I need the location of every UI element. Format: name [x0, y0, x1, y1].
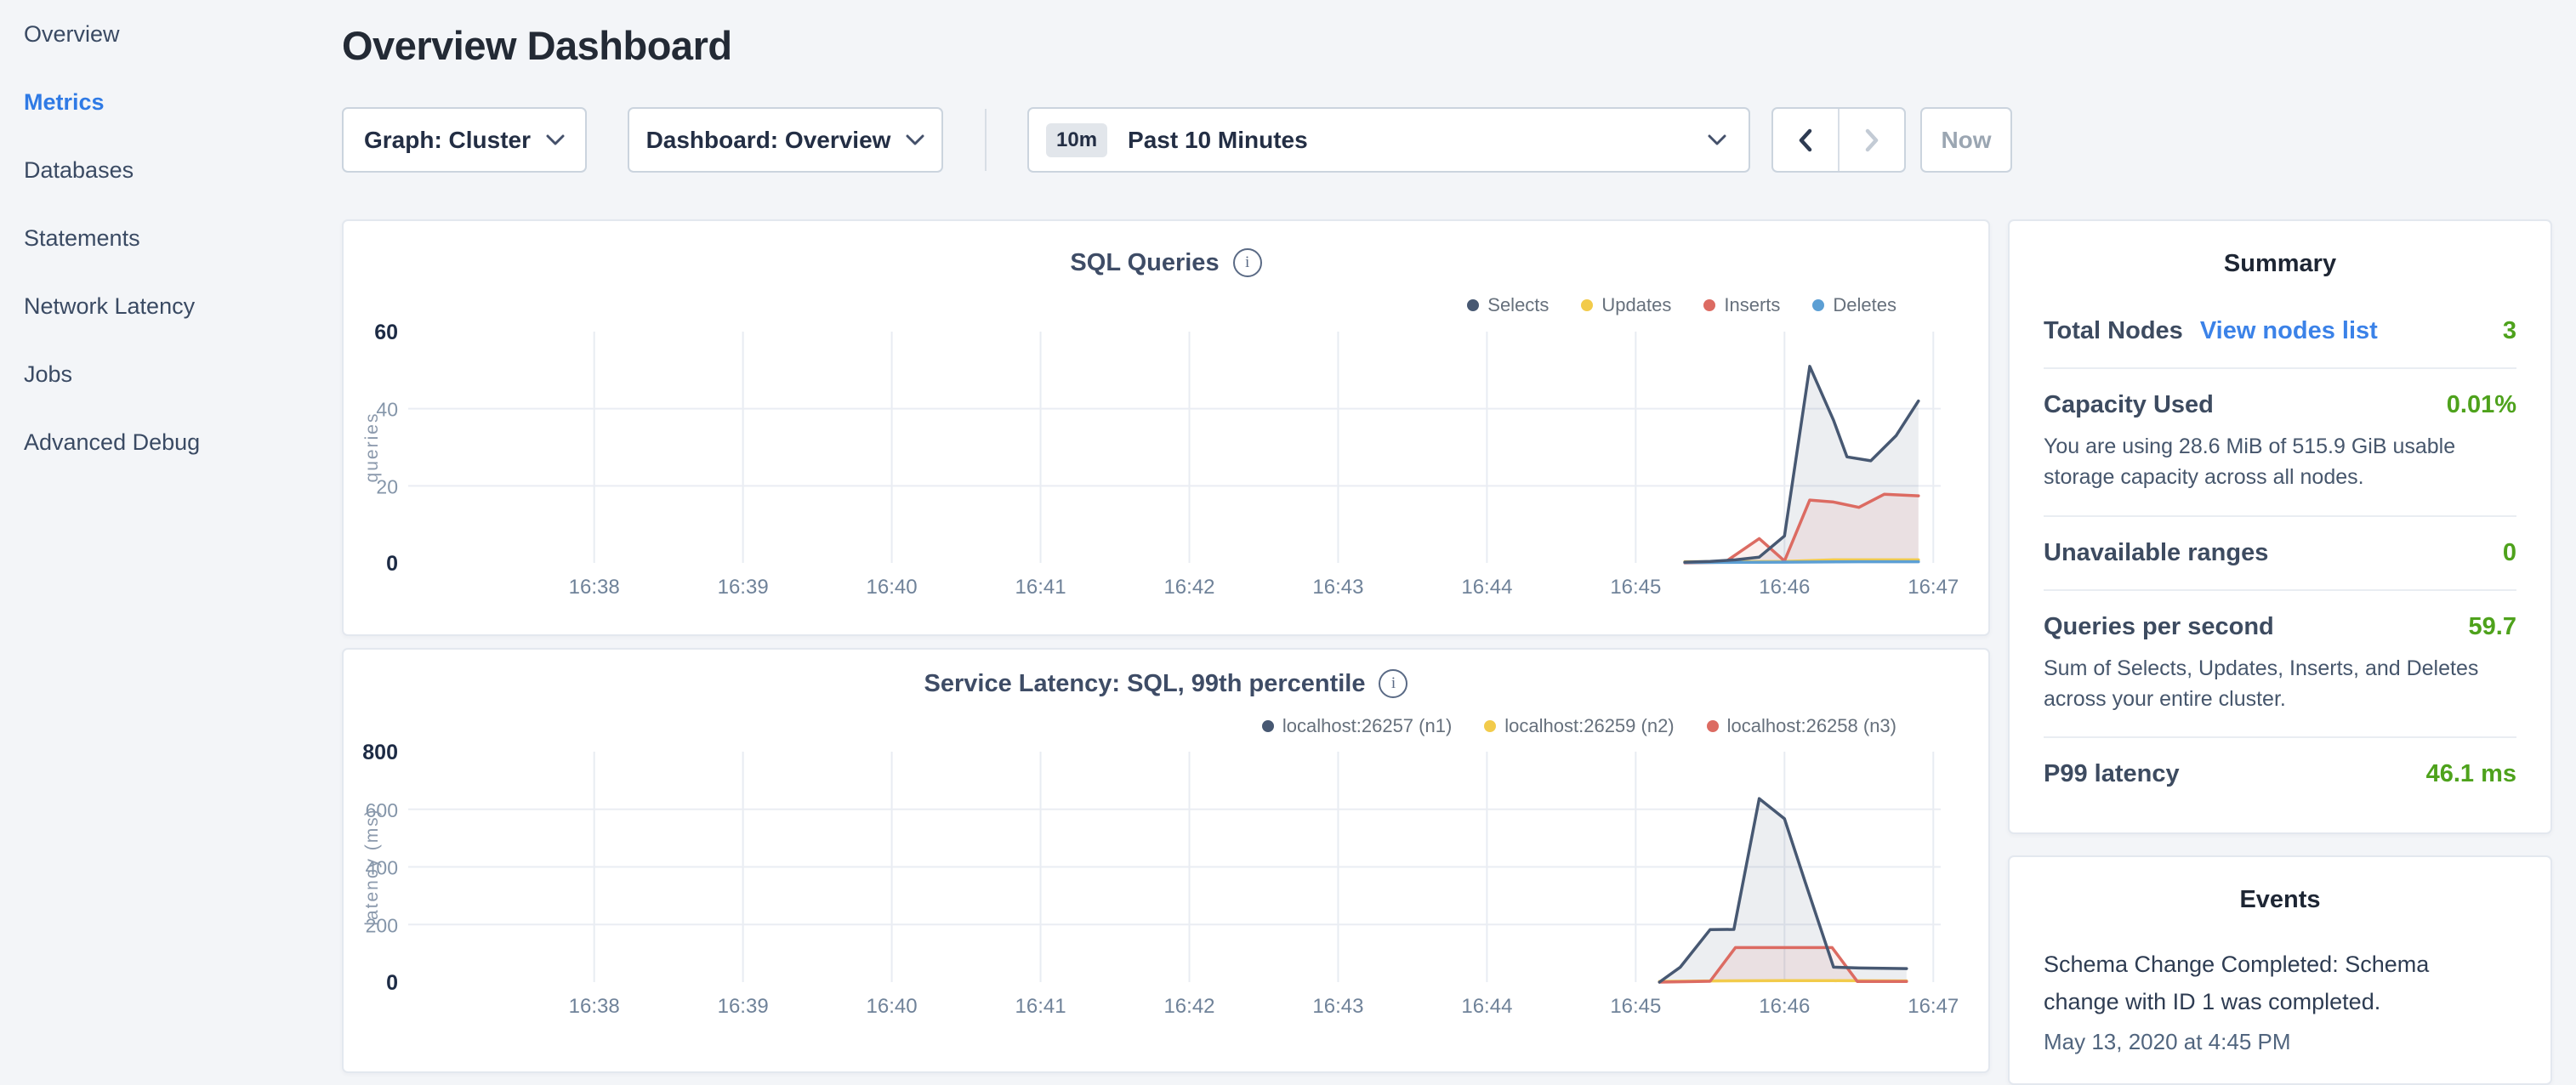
svg-text:16:40: 16:40 — [867, 576, 918, 599]
toolbar-divider — [985, 109, 987, 171]
dashboard-dropdown[interactable]: Dashboard: Overview — [628, 107, 943, 173]
now-button[interactable]: Now — [1920, 107, 2012, 173]
svg-text:16:47: 16:47 — [1908, 576, 1959, 599]
svg-text:16:41: 16:41 — [1015, 995, 1066, 1018]
summary-item-value: 46.1 ms — [2426, 760, 2516, 788]
summary-item-unavailable-ranges: Unavailable ranges 0 — [2044, 517, 2516, 591]
svg-text:16:41: 16:41 — [1015, 576, 1066, 599]
summary-item-value: 3 — [2503, 317, 2516, 345]
chevron-down-icon — [1708, 134, 1726, 146]
summary-item-p99-latency: P99 latency 46.1 ms — [2044, 738, 2516, 810]
svg-text:16:44: 16:44 — [1461, 576, 1512, 599]
view-nodes-list-link[interactable]: View nodes list — [2200, 317, 2378, 345]
sidebar-item-statements[interactable]: Statements — [0, 204, 342, 272]
svg-text:queries: queries — [362, 412, 382, 483]
summary-item-queries-per-second: Queries per second 59.7 Sum of Selects, Up… — [2044, 591, 2516, 739]
svg-text:16:44: 16:44 — [1461, 995, 1512, 1018]
summary-item-capacity-used: Capacity Used 0.01% You are using 28.6 MiB… — [2044, 369, 2516, 517]
next-time-button[interactable] — [1840, 109, 1904, 171]
svg-text:800: 800 — [362, 741, 398, 764]
svg-text:16:42: 16:42 — [1163, 995, 1214, 1018]
summary-item-label: P99 latency — [2044, 760, 2180, 788]
summary-item-description: You are using 28.6 MiB of 515.9 GiB usab… — [2044, 431, 2516, 493]
summary-item-value: 0.01% — [2447, 391, 2516, 419]
sidebar-item-metrics[interactable]: Metrics — [0, 68, 342, 136]
sidebar-item-databases[interactable]: Databases — [0, 136, 342, 204]
time-step-buttons — [1771, 107, 1906, 173]
svg-text:0: 0 — [386, 971, 398, 995]
event-timestamp: May 13, 2020 at 4:45 PM — [2044, 1029, 2516, 1055]
chevron-left-icon — [1796, 128, 1815, 153]
summary-item-description: Sum of Selects, Updates, Inserts, and De… — [2044, 653, 2516, 715]
summary-title: Summary — [2044, 250, 2516, 278]
summary-item-label: Unavailable ranges — [2044, 539, 2268, 567]
summary-item-value: 59.7 — [2469, 613, 2516, 641]
time-range-dropdown[interactable]: 10m Past 10 Minutes — [1027, 107, 1750, 173]
summary-item-label: Queries per second — [2044, 613, 2274, 641]
summary-panel: Summary Total Nodes View nodes list 3 Capac… — [2008, 219, 2552, 834]
service-latency-chart[interactable]: 16:38 16:39 16:40 16:41 16:42 16:43 16:44 16:45… — [344, 650, 1992, 1075]
chevron-right-icon — [1862, 128, 1881, 153]
svg-text:16:43: 16:43 — [1312, 995, 1363, 1018]
sidebar-item-overview[interactable]: Overview — [0, 0, 342, 68]
sidebar-item-advanced-debug[interactable]: Advanced Debug — [0, 408, 342, 476]
page-title: Overview Dashboard — [342, 22, 732, 69]
svg-text:16:38: 16:38 — [569, 576, 620, 599]
time-range-badge: 10m — [1046, 123, 1107, 157]
svg-text:16:46: 16:46 — [1759, 995, 1810, 1018]
dashboard-dropdown-label: Dashboard: Overview — [646, 127, 891, 154]
events-title: Events — [2044, 886, 2516, 914]
event-message: Schema Change Completed: Schema change w… — [2044, 946, 2437, 1020]
summary-item-total-nodes: Total Nodes View nodes list 3 — [2044, 295, 2516, 369]
sql-queries-card: SQL Queries i SelectsUpdatesInsertsDelet… — [342, 219, 1990, 636]
graph-dropdown-label: Graph: Cluster — [364, 127, 531, 154]
service-latency-card: Service Latency: SQL, 99th percentile i … — [342, 648, 1990, 1073]
svg-text:16:40: 16:40 — [867, 995, 918, 1018]
chevron-down-icon — [546, 134, 565, 146]
svg-text:16:39: 16:39 — [718, 995, 769, 1018]
graph-dropdown[interactable]: Graph: Cluster — [342, 107, 587, 173]
svg-text:16:47: 16:47 — [1908, 995, 1959, 1018]
summary-item-label: Capacity Used — [2044, 391, 2214, 419]
summary-item-label: Total Nodes — [2044, 317, 2183, 345]
prev-time-button[interactable] — [1773, 109, 1838, 171]
svg-text:16:39: 16:39 — [718, 576, 769, 599]
sidebar-item-jobs[interactable]: Jobs — [0, 340, 342, 408]
svg-text:0: 0 — [386, 552, 398, 576]
sql-queries-chart[interactable]: 16:38 16:39 16:40 16:41 16:42 16:43 16:44 16:45… — [344, 221, 1992, 638]
svg-text:16:42: 16:42 — [1163, 576, 1214, 599]
sidebar-nav: OverviewMetricsDatabasesStatementsNetwor… — [0, 0, 342, 1051]
sidebar-item-network-latency[interactable]: Network Latency — [0, 272, 342, 340]
chevron-down-icon — [906, 134, 924, 146]
svg-text:60: 60 — [374, 321, 398, 344]
svg-text:16:45: 16:45 — [1610, 576, 1661, 599]
time-range-label: Past 10 Minutes — [1128, 127, 1308, 154]
svg-text:16:45: 16:45 — [1610, 995, 1661, 1018]
svg-text:16:46: 16:46 — [1759, 576, 1810, 599]
summary-item-value: 0 — [2503, 539, 2516, 567]
svg-text:16:43: 16:43 — [1312, 576, 1363, 599]
svg-text:16:38: 16:38 — [569, 995, 620, 1018]
svg-text:latency (ms): latency (ms) — [362, 808, 382, 925]
